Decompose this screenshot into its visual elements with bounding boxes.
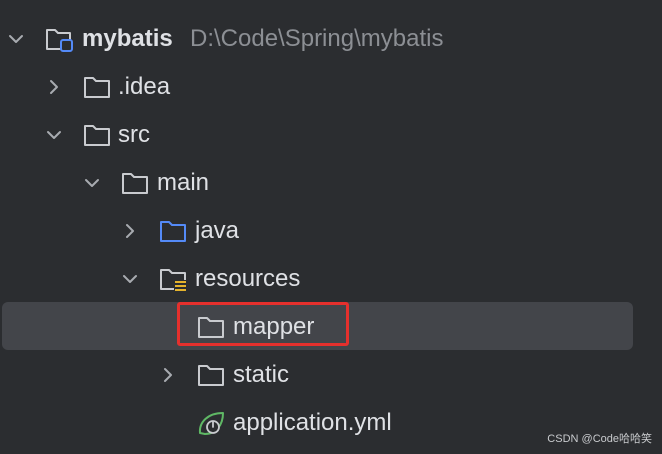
folder-icon (84, 77, 110, 98)
folder-icon (198, 365, 224, 386)
tree-item-label: .idea (118, 73, 171, 100)
tree-item-label: resources (195, 265, 301, 292)
source-folder-icon (160, 221, 186, 242)
tree-row-main[interactable]: main (0, 159, 662, 207)
chevron-right-icon[interactable] (44, 77, 64, 97)
watermark: CSDN @Code哈哈笑 (547, 433, 652, 445)
chevron-down-icon[interactable] (44, 125, 64, 145)
module-folder-icon (46, 29, 73, 52)
tree-row-java[interactable]: java (0, 207, 662, 255)
resources-folder-icon (160, 269, 187, 292)
spring-leaf-icon (198, 412, 224, 435)
tree-row-idea[interactable]: .idea (0, 63, 662, 111)
chevron-down-icon[interactable] (82, 173, 102, 193)
folder-icon (122, 173, 148, 194)
annotation-highlight-box (177, 302, 349, 346)
tree-row-src[interactable]: src (0, 111, 662, 159)
chevron-right-icon[interactable] (120, 221, 140, 241)
tree-item-label: java (195, 217, 240, 244)
tree-item-label: src (118, 121, 150, 148)
tree-row-resources[interactable]: resources (0, 255, 662, 303)
tree-row-root[interactable]: mybatis D:\Code\Spring\mybatis (0, 15, 662, 63)
tree-item-label: static (233, 361, 290, 388)
tree-item-label: main (157, 169, 210, 196)
tree-item-label: application.yml (233, 409, 392, 436)
root-project-name: mybatis (82, 25, 173, 52)
tree-row-static[interactable]: static (0, 351, 662, 399)
root-project-path: D:\Code\Spring\mybatis (190, 25, 444, 52)
chevron-right-icon[interactable] (158, 365, 178, 385)
chevron-down-icon[interactable] (6, 29, 26, 49)
chevron-down-icon[interactable] (120, 269, 140, 289)
project-tree: mybatis D:\Code\Spring\mybatis .idea src… (0, 0, 662, 454)
folder-icon (84, 125, 110, 146)
